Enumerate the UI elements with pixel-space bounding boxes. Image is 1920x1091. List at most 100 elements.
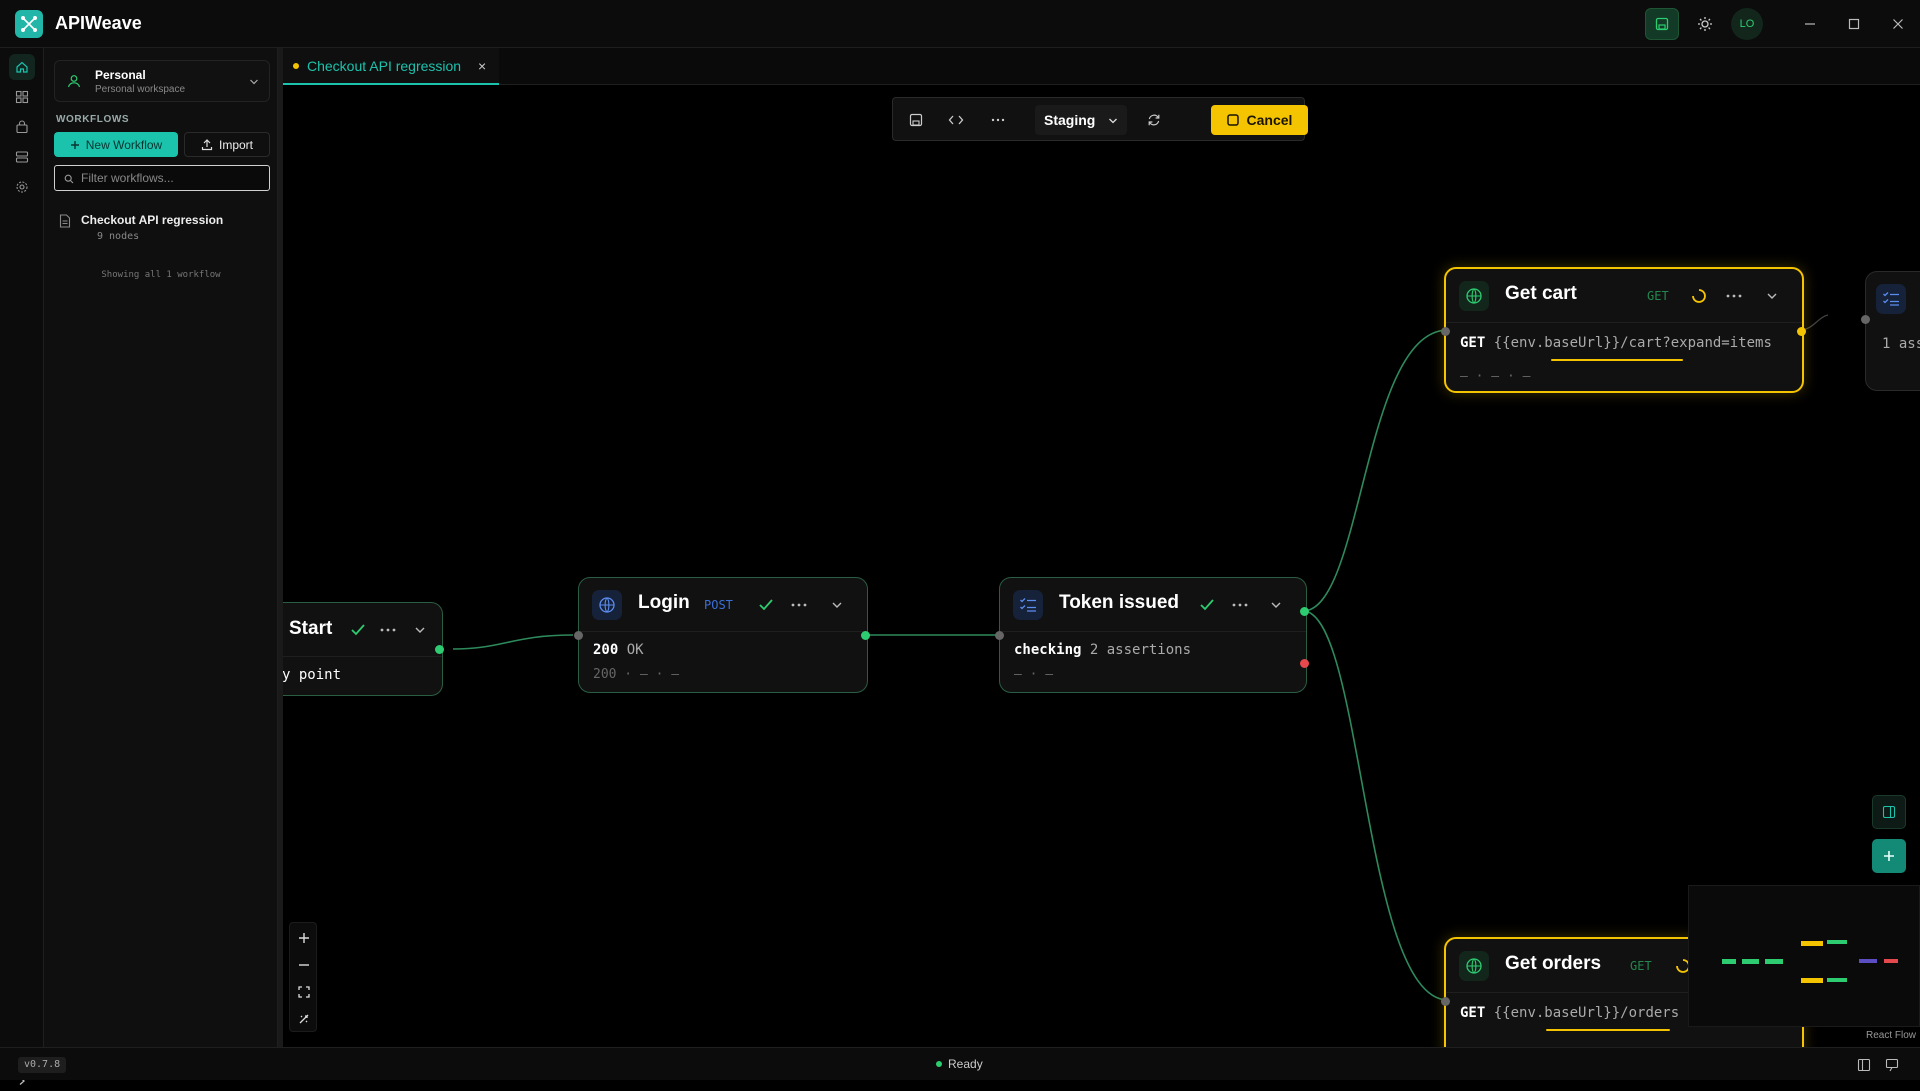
more-options-icon[interactable] — [791, 603, 807, 607]
node-title: Token issued — [1059, 592, 1180, 613]
output-handle[interactable] — [435, 645, 444, 654]
app-name: APIWeave — [55, 13, 142, 33]
token-issued-node[interactable]: Token issued checking 2 assertions — · — — [995, 577, 1309, 693]
workspace-switcher[interactable]: Personal Personal workspace — [54, 60, 270, 102]
more-options-icon[interactable] — [985, 107, 1011, 133]
theme-toggle-button[interactable] — [1688, 8, 1722, 40]
response-status: 200 OK — [593, 642, 644, 658]
node-title: Get cart — [1505, 283, 1577, 304]
success-check-icon — [351, 624, 365, 636]
filter-workflows-field[interactable] — [54, 165, 270, 191]
workspace-subtitle: Personal workspace — [95, 84, 186, 95]
stop-icon — [1226, 114, 1239, 126]
success-check-icon — [1200, 599, 1214, 611]
toggle-panel-button[interactable] — [1872, 795, 1906, 829]
checklist-icon — [1876, 284, 1906, 314]
request-verb: GET — [1460, 335, 1486, 351]
more-options-icon[interactable] — [1726, 294, 1742, 298]
close-tab-icon[interactable]: × — [478, 58, 486, 74]
user-avatar[interactable]: LO — [1731, 8, 1763, 40]
react-flow-attribution[interactable]: React Flow — [1866, 1030, 1916, 1041]
environment-value: Staging — [1044, 112, 1096, 128]
close-window-icon[interactable] — [1886, 12, 1910, 36]
import-label: Import — [218, 137, 253, 152]
chevron-down-icon[interactable] — [1766, 291, 1778, 301]
more-options-icon[interactable] — [380, 628, 396, 632]
request-url: {{env.baseUrl}}/cart?expand=items — [1493, 335, 1772, 351]
save-button[interactable] — [1645, 8, 1679, 40]
maximize-icon[interactable] — [1842, 12, 1866, 36]
home-icon[interactable] — [9, 54, 35, 80]
status-dot — [936, 1061, 942, 1067]
canvas-toolbar: Staging Cancel — [892, 97, 1308, 141]
pass-output-handle[interactable] — [1300, 607, 1309, 616]
more-options-icon[interactable] — [1232, 603, 1248, 607]
minimize-icon[interactable] — [1798, 12, 1822, 36]
title-bar: APIWeave LO — [0, 0, 1920, 48]
assertion-node-partial[interactable]: 1 ass — [1861, 271, 1920, 391]
globe-icon — [1459, 281, 1489, 311]
workflow-canvas[interactable]: Staging Cancel Start y point Login POST — [283, 85, 1920, 1047]
chevron-down-icon[interactable] — [414, 625, 426, 635]
document-icon — [59, 214, 71, 228]
input-handle[interactable] — [995, 631, 1004, 640]
start-node[interactable]: Start y point — [283, 602, 444, 696]
workspace-name: Personal — [95, 68, 146, 82]
cancel-run-button[interactable]: Cancel — [1211, 105, 1308, 135]
loading-spinner-icon — [1692, 289, 1706, 303]
toggle-interactivity-icon[interactable] — [290, 1006, 318, 1032]
fail-output-handle[interactable] — [1300, 659, 1309, 668]
new-workflow-label: New Workflow — [85, 137, 163, 152]
workflow-name: Checkout API regression — [81, 213, 224, 227]
environment-select[interactable]: Staging — [1035, 105, 1127, 135]
http-method-badge: GET — [1647, 289, 1669, 303]
status-code: 200 — [593, 642, 619, 658]
login-node[interactable]: Login POST 200 OK 200 · — · — — [574, 577, 870, 693]
zoom-out-icon[interactable] — [290, 952, 318, 978]
node-title: Get orders — [1505, 953, 1602, 974]
refresh-icon[interactable] — [1141, 107, 1167, 133]
fit-view-icon[interactable] — [290, 979, 318, 1005]
settings-gear-icon[interactable] — [9, 174, 35, 200]
upload-icon — [201, 138, 213, 150]
assertion-count: 2 assertions — [1089, 642, 1192, 658]
get-cart-node[interactable]: Get cart GET GET {{env.baseUrl}}/cart?ex… — [1441, 267, 1806, 393]
add-node-button[interactable] — [1872, 839, 1906, 873]
environments-icon[interactable] — [9, 144, 35, 170]
output-handle[interactable] — [1797, 327, 1806, 336]
unsaved-dot — [293, 62, 299, 69]
workflow-node-count: 9 nodes — [97, 231, 140, 242]
globe-icon — [1459, 951, 1489, 981]
edges-layer — [452, 314, 1829, 1001]
notifications-icon[interactable] — [1885, 1058, 1899, 1072]
new-workflow-button[interactable]: New Workflow — [54, 132, 178, 157]
minimap[interactable] — [1688, 885, 1920, 1027]
input-handle[interactable] — [1441, 997, 1450, 1006]
chevron-down-icon[interactable] — [831, 600, 843, 610]
tab-bar: Checkout API regression × — [283, 48, 1920, 85]
workflow-list-item[interactable]: Checkout API regression 9 nodes — [54, 210, 270, 250]
collections-icon[interactable] — [9, 84, 35, 110]
layout-toggle-icon[interactable] — [1857, 1058, 1871, 1072]
filter-workflows-input[interactable] — [81, 170, 261, 186]
code-view-icon[interactable] — [943, 107, 969, 133]
chevron-down-icon[interactable] — [1270, 600, 1282, 610]
output-handle[interactable] — [861, 631, 870, 640]
input-handle[interactable] — [1441, 327, 1450, 336]
checking-label: checking — [1014, 642, 1082, 658]
progress-bar — [1546, 1029, 1670, 1031]
chevron-down-icon — [1109, 118, 1117, 124]
zoom-in-icon[interactable] — [290, 925, 318, 951]
checklist-icon — [1013, 590, 1043, 620]
input-handle[interactable] — [574, 631, 583, 640]
user-icon — [67, 75, 81, 88]
import-button[interactable]: Import — [184, 132, 270, 157]
input-handle[interactable] — [1861, 315, 1870, 324]
secrets-icon[interactable] — [9, 114, 35, 140]
tab-checkout-api-regression[interactable]: Checkout API regression × — [283, 48, 499, 85]
node-title: Start — [289, 618, 333, 639]
http-method-badge: GET — [1630, 959, 1652, 973]
workflows-section-label: WORKFLOWS — [56, 114, 130, 125]
save-workflow-icon[interactable] — [903, 107, 929, 133]
tab-label: Checkout API regression — [307, 57, 462, 74]
